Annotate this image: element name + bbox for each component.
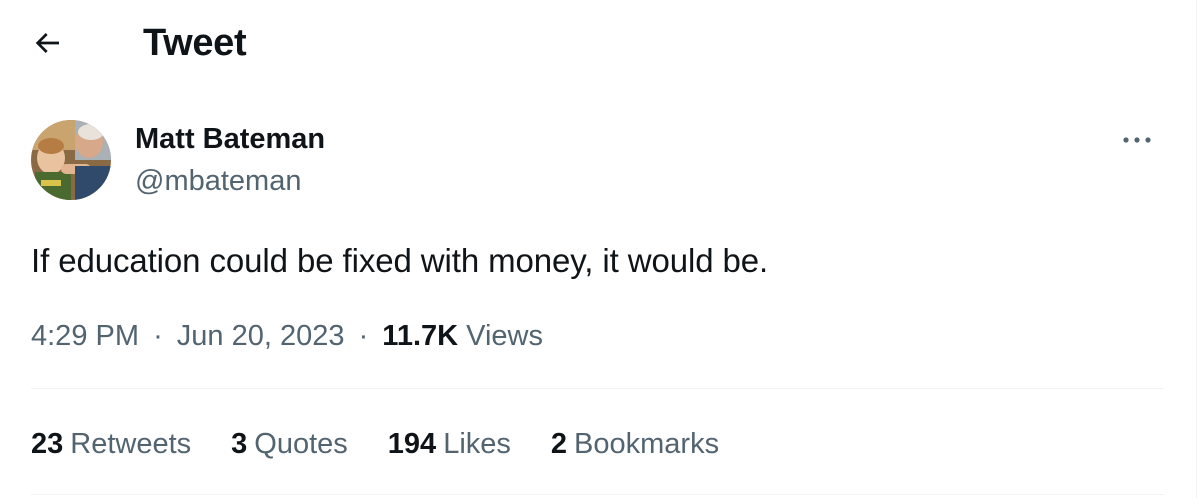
retweets-stat[interactable]: 23 Retweets — [31, 426, 191, 462]
author-handle[interactable]: @mbateman — [135, 163, 301, 199]
tweet-text: If education could be fixed with money, … — [31, 242, 769, 279]
meta-separator: · — [153, 320, 163, 352]
back-button[interactable] — [22, 20, 72, 66]
retweets-label: Retweets — [70, 428, 192, 460]
quotes-stat[interactable]: 3 Quotes — [231, 426, 348, 462]
views-label: Views — [466, 320, 543, 352]
bookmarks-label: Bookmarks — [574, 428, 720, 460]
tweet-page: Tweet Matt Bateman @mbateman If educatio… — [0, 0, 1200, 498]
header: Tweet — [0, 0, 1196, 86]
tweet-date[interactable]: Jun 20, 2023 — [177, 320, 345, 352]
author-name[interactable]: Matt Bateman — [135, 121, 325, 157]
likes-label: Likes — [443, 428, 511, 460]
bookmarks-count: 2 — [550, 428, 568, 460]
column-border — [1196, 0, 1197, 498]
divider — [31, 494, 1164, 495]
likes-count: 194 — [387, 428, 437, 460]
quotes-count: 3 — [231, 428, 248, 460]
retweets-count: 23 — [31, 428, 64, 460]
bookmarks-stat[interactable]: 2 Bookmarks — [551, 426, 719, 462]
tweet-stats: 23 Retweets 3 Quotes 194 Likes 2 Bookmar… — [31, 424, 759, 464]
more-horizontal-icon — [1123, 137, 1151, 143]
meta-separator: · — [358, 320, 369, 352]
divider — [31, 388, 1164, 389]
avatar-image — [31, 120, 111, 200]
more-button[interactable] — [1114, 120, 1160, 160]
likes-stat[interactable]: 194 Likes — [388, 426, 511, 462]
arrow-left-icon — [35, 33, 59, 53]
tweet-meta: 4:29 PM · Jun 20, 2023 · 11.7K Views — [31, 318, 543, 354]
views-count: 11.7K — [382, 320, 459, 352]
avatar[interactable] — [31, 120, 111, 200]
tweet-time[interactable]: 4:29 PM — [31, 320, 139, 352]
quotes-label: Quotes — [254, 428, 348, 460]
page-title: Tweet — [143, 22, 247, 64]
